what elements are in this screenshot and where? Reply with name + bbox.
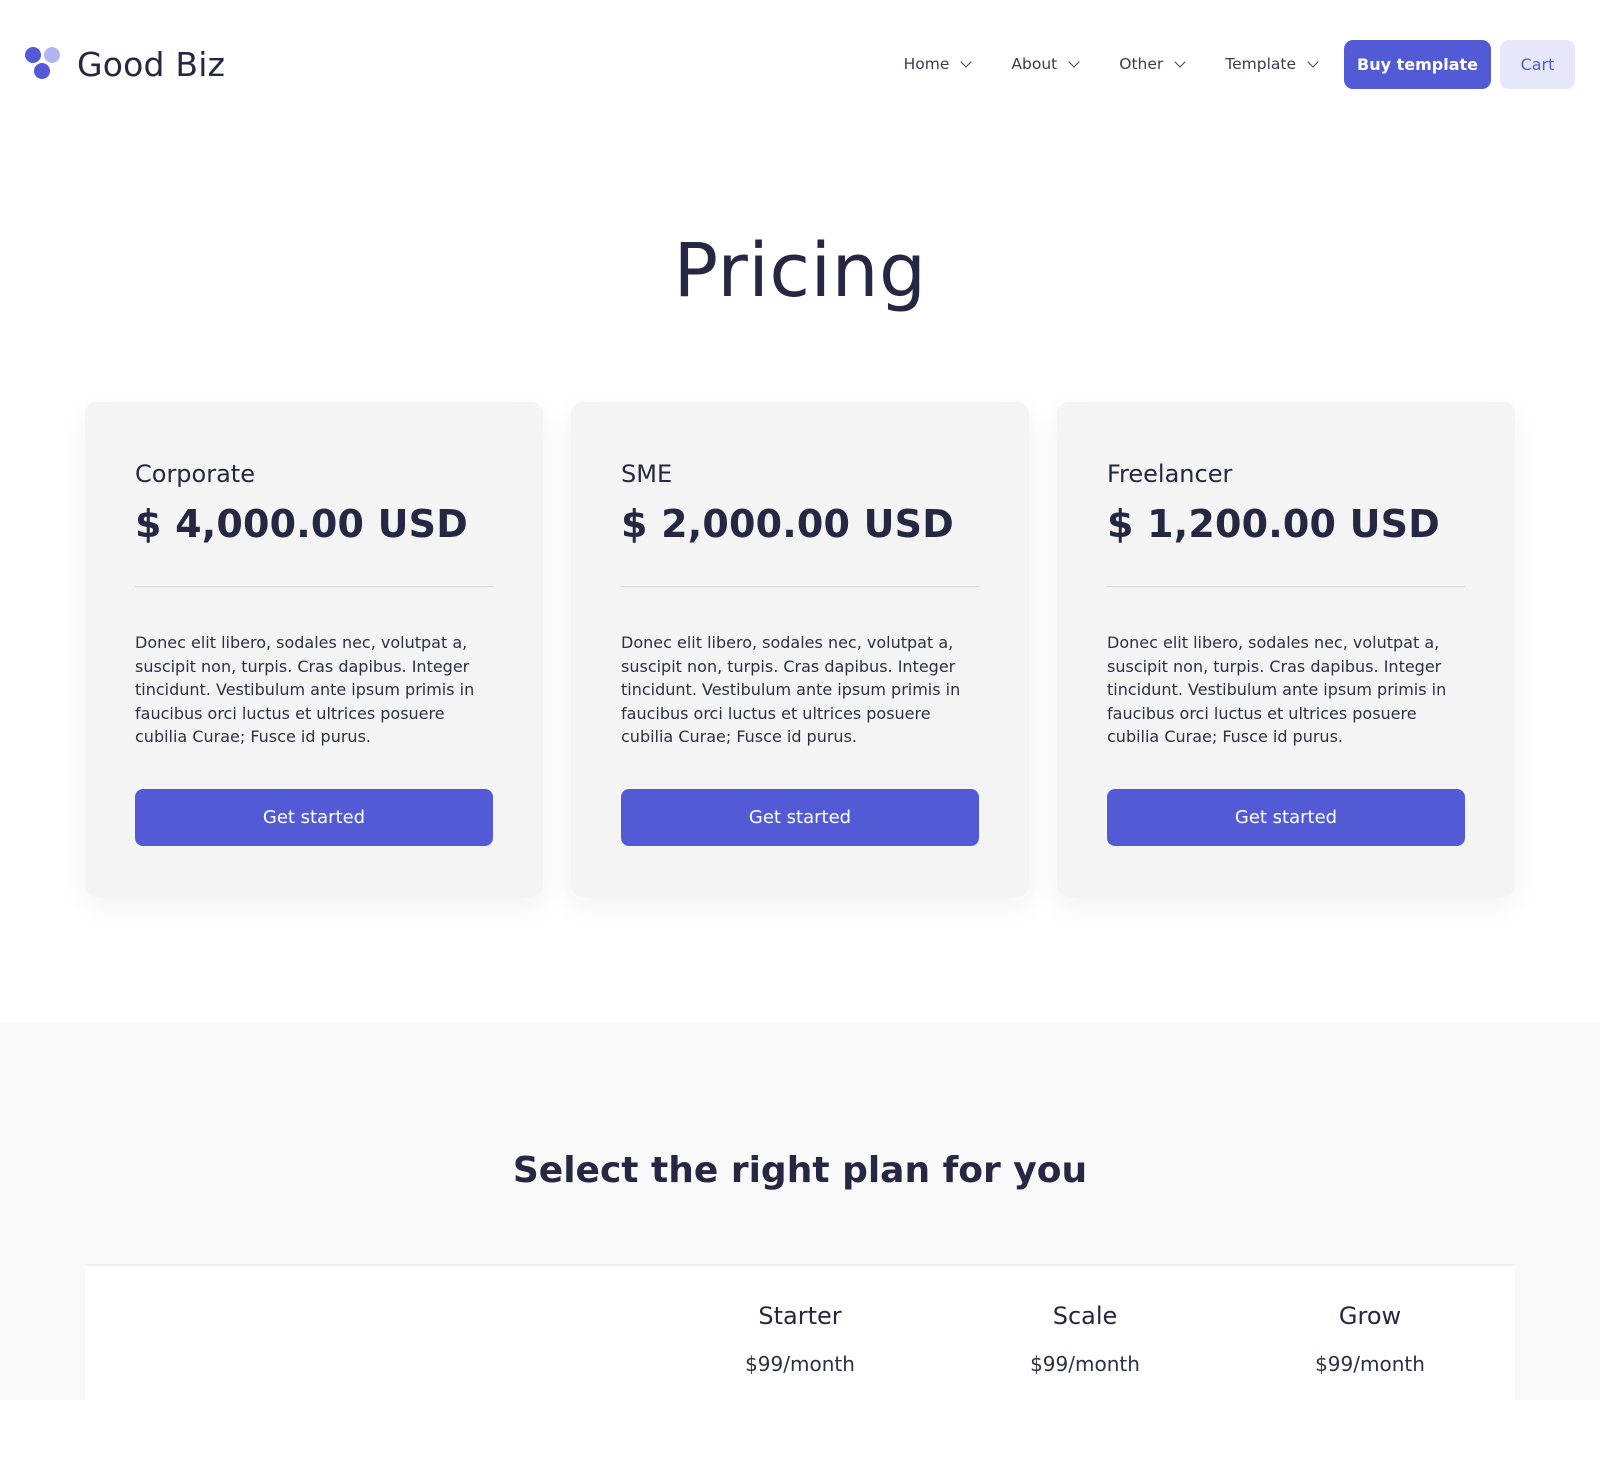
logo-icon	[25, 47, 61, 81]
get-started-button[interactable]: Get started	[621, 789, 979, 846]
buy-template-button[interactable]: Buy template	[1344, 39, 1491, 89]
nav-item-label: About	[1011, 55, 1058, 73]
divider	[1107, 586, 1465, 587]
pricing-card-corporate: Corporate $ 4,000.00 USD Donec elit libe…	[85, 402, 543, 897]
plan-column-price: $99/month	[745, 1352, 855, 1376]
page-title: Pricing	[673, 228, 927, 314]
chevron-down-icon	[1068, 55, 1080, 68]
plan-comparison-section: Select the right plan for you Starter $9…	[0, 1023, 1600, 1464]
brand[interactable]: Good Biz	[25, 45, 225, 84]
chevron-down-icon	[1174, 55, 1186, 68]
plan-column-price: $99/month	[1315, 1352, 1425, 1376]
pricing-card-freelancer: Freelancer $ 1,200.00 USD Donec elit lib…	[1057, 402, 1515, 897]
plan-column-scale: Scale $99/month	[975, 1302, 1195, 1376]
nav-item-label: Template	[1225, 55, 1296, 73]
top-nav: Good Biz Home About Other Template Buy t…	[0, 0, 1600, 128]
plan-column-name: Grow	[1338, 1302, 1402, 1330]
pricing-card-sme: SME $ 2,000.00 USD Donec elit libero, so…	[571, 402, 1029, 897]
section-title: Select the right plan for you	[512, 1150, 1088, 1191]
plan-name: Freelancer	[1107, 460, 1233, 488]
plan-column-price: $99/month	[1030, 1352, 1140, 1376]
nav-item-home[interactable]: Home	[903, 55, 973, 73]
plan-column-starter: Starter $99/month	[690, 1302, 910, 1376]
divider	[135, 586, 493, 587]
divider	[621, 586, 979, 587]
plan-name: SME	[621, 460, 673, 488]
nav-item-template[interactable]: Template	[1225, 55, 1319, 73]
get-started-button[interactable]: Get started	[135, 789, 493, 846]
plan-column-name: Starter	[758, 1302, 842, 1330]
nav-item-label: Home	[903, 55, 950, 73]
cart-button[interactable]: Cart	[1500, 39, 1575, 89]
pricing-cards: Corporate $ 4,000.00 USD Donec elit libe…	[85, 402, 1515, 897]
plan-column-name: Scale	[1052, 1302, 1118, 1330]
plan-column-grow: Grow $99/month	[1260, 1302, 1480, 1376]
plan-description: Donec elit libero, sodales nec, volutpat…	[1107, 633, 1447, 747]
nav-item-other[interactable]: Other	[1119, 55, 1186, 73]
nav-item-about[interactable]: About	[1011, 55, 1080, 73]
plan-price: $ 2,000.00 USD	[621, 502, 954, 546]
main-menu: Home About Other Template Buy template C…	[903, 39, 1575, 89]
plan-name: Corporate	[135, 460, 255, 488]
get-started-button[interactable]: Get started	[1107, 789, 1465, 846]
comparison-table: Starter $99/month Scale $99/month Grow $…	[85, 1264, 1515, 1464]
plan-price: $ 1,200.00 USD	[1107, 502, 1440, 546]
plan-description: Donec elit libero, sodales nec, volutpat…	[135, 633, 475, 747]
chevron-down-icon	[960, 55, 973, 68]
plan-price: $ 4,000.00 USD	[135, 502, 468, 546]
plan-description: Donec elit libero, sodales nec, volutpat…	[621, 633, 961, 747]
nav-item-label: Other	[1119, 55, 1164, 73]
chevron-down-icon	[1307, 55, 1319, 68]
brand-name: Good Biz	[77, 44, 226, 84]
